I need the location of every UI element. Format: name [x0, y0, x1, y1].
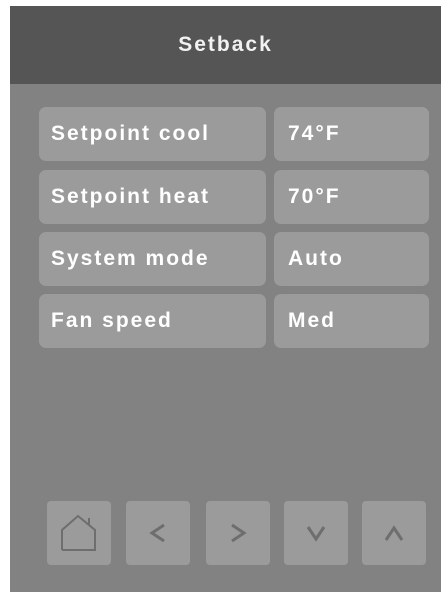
thermostat-screen: Setback Setpoint cool 74°F Setpoint heat… — [10, 6, 441, 592]
home-icon — [61, 514, 96, 551]
chevron-down-icon — [306, 526, 326, 542]
chevron-left-icon — [149, 523, 165, 543]
setpoint-heat-label: Setpoint heat — [39, 170, 266, 224]
fan-speed-label: Fan speed — [39, 294, 266, 348]
chevron-right-icon — [231, 523, 247, 543]
down-button[interactable] — [284, 501, 348, 565]
home-button[interactable] — [47, 501, 111, 565]
system-mode-value[interactable]: Auto — [274, 232, 429, 286]
chevron-up-icon — [384, 525, 404, 541]
setpoint-heat-value[interactable]: 70°F — [274, 170, 429, 224]
previous-button[interactable] — [126, 501, 190, 565]
setpoint-cool-label: Setpoint cool — [39, 107, 266, 161]
page-title: Setback — [10, 6, 441, 84]
fan-speed-value[interactable]: Med — [274, 294, 429, 348]
setpoint-cool-value[interactable]: 74°F — [274, 107, 429, 161]
next-button[interactable] — [206, 501, 270, 565]
up-button[interactable] — [362, 501, 426, 565]
system-mode-label: System mode — [39, 232, 266, 286]
